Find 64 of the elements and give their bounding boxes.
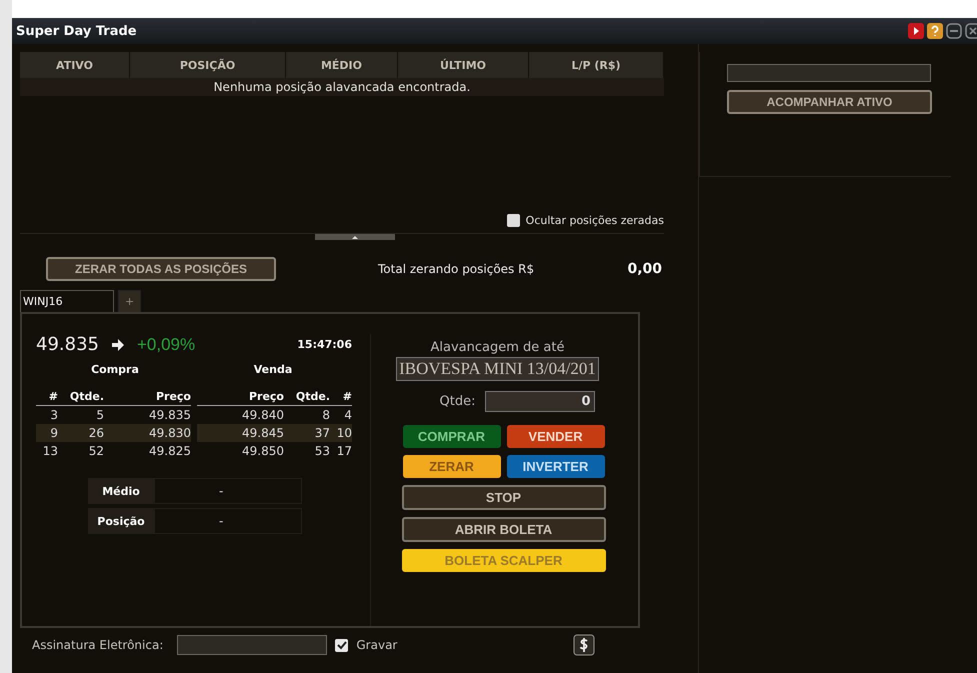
signature-field[interactable] bbox=[177, 635, 328, 655]
order-button[interactable]: INVERTER bbox=[506, 455, 604, 478]
checkbox[interactable] bbox=[335, 638, 348, 652]
table-cell-text: 37 bbox=[314, 425, 330, 442]
dollar-icon[interactable] bbox=[573, 634, 596, 656]
order-button[interactable]: ABRIR BOLETA bbox=[402, 517, 606, 542]
collapse-handle-icon[interactable] bbox=[315, 234, 395, 240]
last-price: 49.835 bbox=[36, 334, 99, 355]
quantity-field[interactable]: 0 bbox=[485, 391, 596, 412]
leverage-field[interactable]: IBOVESPA MINI 13/04/201 bbox=[396, 357, 599, 381]
stat-value: - bbox=[154, 508, 302, 534]
stat-value: - bbox=[154, 478, 302, 504]
minimize-icon[interactable] bbox=[946, 23, 962, 39]
tab[interactable]: WINJ16 bbox=[20, 290, 114, 312]
order-button[interactable]: VENDER bbox=[506, 425, 604, 448]
add-tab-button[interactable]: + bbox=[118, 290, 142, 312]
column-header: Qtde. bbox=[294, 389, 330, 405]
table-cell-text: 26 bbox=[88, 425, 104, 442]
checkbox-label: Gravar bbox=[356, 638, 398, 652]
stat-label: Posição bbox=[88, 508, 154, 534]
zero-all-button[interactable]: ZERAR TODAS AS POSIÇÕES bbox=[46, 257, 276, 281]
total-value: 0,00 bbox=[627, 261, 662, 277]
quote-time: 15:47:06 bbox=[297, 338, 352, 351]
table-cell-text: 49.840 bbox=[241, 407, 284, 424]
order-button[interactable]: COMPRAR bbox=[402, 425, 500, 448]
table-cell-text: 49.850 bbox=[241, 443, 284, 460]
sell-title: Venda bbox=[252, 363, 294, 376]
table-cell-text: 10 bbox=[336, 425, 352, 442]
table-cell-text: 3 bbox=[49, 407, 58, 424]
play-icon[interactable] bbox=[908, 23, 924, 39]
signature-label: Assinatura Eletrônica: bbox=[32, 638, 164, 652]
table-cell-text: 8 bbox=[321, 407, 330, 424]
total-label: Total zerando posições R$ bbox=[378, 262, 534, 276]
arrow-right-icon bbox=[110, 338, 125, 352]
watch-asset-button[interactable]: ACOMPANHAR ATIVO bbox=[727, 90, 932, 114]
help-icon[interactable] bbox=[927, 23, 943, 39]
close-icon[interactable] bbox=[965, 23, 977, 39]
price-change: +0,09% bbox=[136, 334, 196, 354]
column-header: Preço bbox=[154, 389, 191, 405]
table-cell-text: 9 bbox=[49, 425, 58, 442]
table-cell-text: 49.830 bbox=[148, 425, 191, 442]
asset-input[interactable] bbox=[727, 64, 931, 82]
quantity-label: Qtde: bbox=[440, 394, 476, 409]
checkbox[interactable] bbox=[506, 214, 520, 227]
table-cell-text: 13 bbox=[42, 443, 58, 460]
buy-title: Compra bbox=[90, 363, 140, 376]
column-header: Qtde. bbox=[68, 389, 104, 405]
order-button[interactable]: STOP bbox=[402, 485, 606, 510]
table-cell-text: 49.845 bbox=[241, 425, 284, 442]
checkbox-label: Ocultar posições zeradas bbox=[526, 214, 664, 227]
window-title: Super Day Trade bbox=[16, 24, 137, 38]
table-cell-text: 5 bbox=[95, 407, 104, 424]
empty-message: Nenhuma posição alavancada encontrada. bbox=[20, 78, 664, 96]
table-cell-text: 49.835 bbox=[148, 407, 191, 424]
table-cell-text: 17 bbox=[336, 443, 352, 460]
table-cell-text: 52 bbox=[88, 443, 104, 460]
column-header: # bbox=[342, 389, 352, 405]
column-header: # bbox=[48, 389, 58, 405]
table-cell-text: 53 bbox=[314, 443, 330, 460]
table-cell-text: 4 bbox=[343, 407, 352, 424]
column-header: Preço bbox=[248, 389, 284, 405]
stat-label: Médio bbox=[88, 478, 154, 504]
leverage-label: Alavancagem de até bbox=[430, 340, 564, 355]
table-cell-text: 49.825 bbox=[148, 443, 191, 460]
